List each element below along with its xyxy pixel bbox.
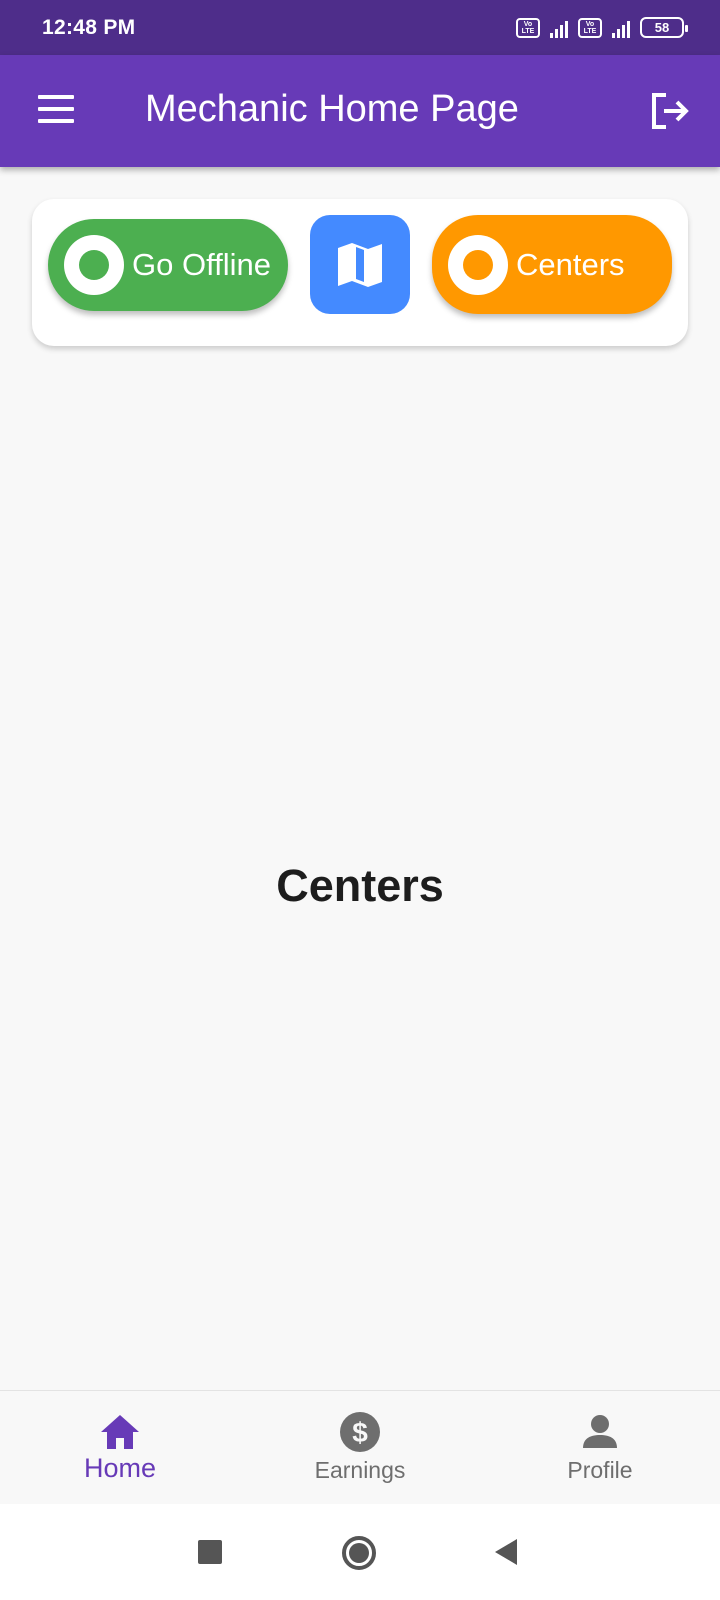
centers-label: Centers bbox=[516, 246, 625, 282]
home-system-button[interactable] bbox=[341, 1535, 377, 1576]
nav-label-earnings: Earnings bbox=[314, 1457, 406, 1483]
content-heading: Centers bbox=[276, 860, 444, 911]
recent-apps-button[interactable] bbox=[197, 1539, 223, 1570]
volte-icon: Vo LTE bbox=[516, 17, 540, 38]
status-bar: 12:48 PM Vo LTE Vo LTE 58 bbox=[0, 0, 720, 55]
status-icons: Vo LTE Vo LTE 58 bbox=[516, 17, 688, 38]
map-button[interactable] bbox=[310, 215, 410, 314]
map-icon bbox=[338, 242, 382, 287]
signal-icon bbox=[612, 18, 630, 38]
circle-home-icon bbox=[342, 1536, 376, 1570]
action-card: Go Offline Centers bbox=[32, 199, 688, 346]
go-offline-button[interactable]: Go Offline bbox=[48, 219, 288, 311]
person-icon bbox=[583, 1415, 617, 1448]
svg-text:$: $ bbox=[352, 1417, 368, 1448]
battery-icon: 58 bbox=[640, 17, 688, 38]
app-bar: Mechanic Home Page bbox=[0, 55, 720, 167]
nav-item-profile[interactable]: Profile bbox=[480, 1391, 720, 1504]
page-title: Mechanic Home Page bbox=[145, 88, 519, 130]
centers-status-ring-icon bbox=[448, 234, 508, 295]
nav-item-earnings[interactable]: $ Earnings bbox=[240, 1391, 480, 1504]
nav-label-profile: Profile bbox=[567, 1457, 633, 1483]
dollar-icon: $ bbox=[340, 1412, 380, 1452]
square-icon bbox=[198, 1540, 222, 1564]
bottom-navigation: Home $ Earnings Profile bbox=[0, 1390, 720, 1504]
signal-icon bbox=[550, 18, 568, 38]
volte-icon: Vo LTE bbox=[578, 17, 602, 38]
go-offline-label: Go Offline bbox=[132, 247, 272, 282]
back-triangle-icon bbox=[495, 1539, 517, 1565]
nav-label-home: Home bbox=[83, 1453, 157, 1483]
battery-level: 58 bbox=[654, 20, 670, 35]
logout-icon[interactable] bbox=[648, 89, 692, 133]
centers-button[interactable]: Centers bbox=[432, 215, 672, 314]
status-time: 12:48 PM bbox=[42, 15, 136, 39]
nav-item-home[interactable]: Home bbox=[0, 1391, 240, 1504]
home-icon bbox=[101, 1415, 139, 1449]
system-navigation-bar bbox=[0, 1504, 720, 1600]
hamburger-menu-icon[interactable] bbox=[38, 95, 74, 125]
back-button[interactable] bbox=[494, 1538, 518, 1571]
offline-status-ring-icon bbox=[64, 235, 124, 295]
